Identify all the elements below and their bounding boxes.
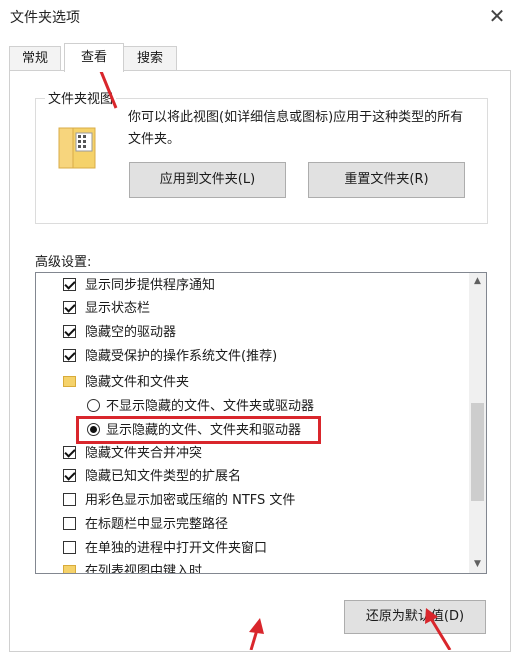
checkbox[interactable] [63,325,76,338]
setting-label: 隐藏空的驱动器 [85,325,177,340]
checkbox[interactable] [63,349,76,362]
checkbox[interactable] [63,517,76,530]
vertical-scrollbar[interactable]: ▲ ▼ [469,273,486,573]
restore-defaults-button[interactable]: 还原为默认值(D) [344,600,486,634]
setting-label: 隐藏文件夹合并冲突 [85,446,203,461]
checkbox[interactable] [63,469,76,482]
setting-label: 隐藏受保护的操作系统文件(推荐) [85,349,278,364]
apply-to-folders-button[interactable]: 应用到文件夹(L) [129,162,286,198]
annotation-highlight-box [76,416,321,444]
setting-label: 用彩色显示加密或压缩的 NTFS 文件 [85,493,296,508]
checkbox[interactable] [63,278,76,291]
scroll-down-icon[interactable]: ▼ [469,556,486,573]
reset-folders-button[interactable]: 重置文件夹(R) [308,162,465,198]
tab-search[interactable]: 搜索 [123,46,177,71]
scroll-up-icon[interactable]: ▲ [469,273,486,290]
tab-view[interactable]: 查看 [64,43,124,72]
setting-label: 显示同步提供程序通知 [85,278,216,293]
setting-label: 在单独的进程中打开文件夹窗口 [85,541,268,556]
setting-label: 隐藏文件和文件夹 [85,375,190,390]
checkbox[interactable] [63,301,76,314]
folder-view-icon [58,127,96,169]
folder-icon [63,565,76,573]
tab-general[interactable]: 常规 [9,46,61,71]
folder-icon [63,376,76,387]
setting-label: 在列表视图中键入时 [85,564,203,574]
checkbox[interactable] [63,493,76,506]
radio-button[interactable] [87,399,100,412]
setting-label: 在标题栏中显示完整路径 [85,517,229,532]
setting-label: 隐藏已知文件类型的扩展名 [85,469,242,484]
folder-views-label: 文件夹视图 [45,88,117,107]
scroll-thumb[interactable] [471,403,484,501]
setting-label: 显示状态栏 [85,301,151,316]
checkbox[interactable] [63,541,76,554]
folder-views-description: 你可以将此视图(如详细信息或图标)应用于这种类型的所有文件夹。 [128,110,464,147]
checkbox[interactable] [63,446,76,459]
title-bar: 文件夹选项 ✕ [0,0,520,34]
close-icon[interactable]: ✕ [482,2,512,30]
window-title: 文件夹选项 [10,10,80,26]
setting-label: 不显示隐藏的文件、文件夹或驱动器 [106,399,315,414]
advanced-settings-label: 高级设置: [35,255,92,270]
